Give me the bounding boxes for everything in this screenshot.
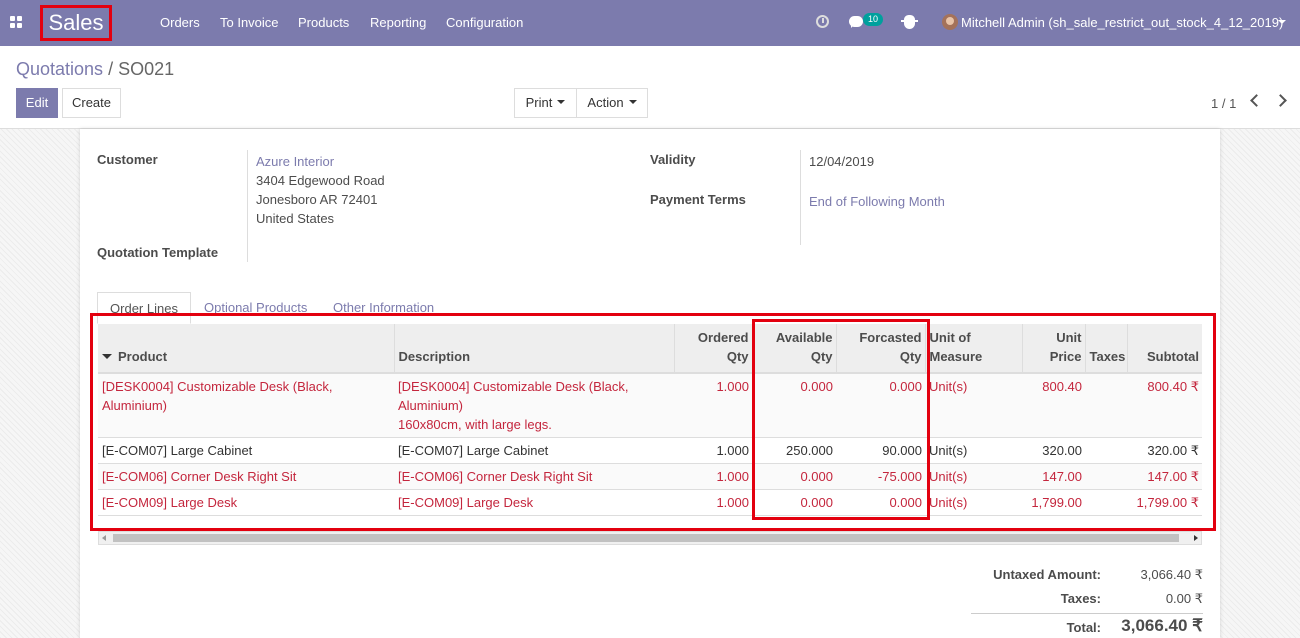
pager-next-icon[interactable] bbox=[1274, 94, 1287, 107]
user-menu[interactable]: Mitchell Admin (sh_sale_restrict_out_sto… bbox=[961, 15, 1283, 30]
payment-terms-label: Payment Terms bbox=[650, 192, 746, 207]
user-avatar[interactable] bbox=[942, 14, 958, 30]
payment-terms-link[interactable]: End of Following Month bbox=[809, 194, 945, 209]
breadcrumb-current: SO021 bbox=[118, 59, 175, 79]
untaxed-amount-label: Untaxed Amount: bbox=[993, 567, 1101, 582]
action-dropdown-button[interactable]: Action bbox=[576, 88, 648, 118]
create-button[interactable]: Create bbox=[62, 88, 121, 118]
user-menu-caret-icon[interactable] bbox=[1278, 20, 1286, 24]
taxes-label: Taxes: bbox=[1060, 591, 1101, 606]
control-panel: Quotations / SO021 Edit Create Print Act… bbox=[0, 46, 1300, 129]
breadcrumb-quotations-link[interactable]: Quotations bbox=[16, 59, 103, 79]
validity-value: 12/04/2019 bbox=[809, 154, 875, 169]
action-label: Action bbox=[587, 95, 624, 110]
debug-bug-icon[interactable] bbox=[901, 15, 918, 29]
top-navbar: Sales Orders To Invoice Products Reporti… bbox=[0, 0, 1300, 46]
customer-address-line: United States bbox=[256, 211, 335, 226]
highlight-box-qty-columns bbox=[752, 319, 930, 520]
print-dropdown-button[interactable]: Print bbox=[514, 88, 577, 118]
field-separator bbox=[247, 150, 248, 262]
edit-button[interactable]: Edit bbox=[16, 88, 58, 118]
validity-label: Validity bbox=[650, 152, 696, 167]
menu-products[interactable]: Products bbox=[298, 15, 349, 30]
horizontal-scrollbar[interactable] bbox=[98, 531, 1202, 545]
scroll-right-arrow-icon[interactable] bbox=[1194, 535, 1198, 541]
customer-address-line: Jonesboro AR 72401 bbox=[256, 192, 378, 207]
activity-clock-icon[interactable] bbox=[816, 15, 829, 28]
print-caret-icon bbox=[557, 99, 566, 104]
app-brand[interactable]: Sales bbox=[40, 5, 112, 41]
customer-name-link[interactable]: Azure Interior bbox=[256, 154, 334, 169]
menu-reporting[interactable]: Reporting bbox=[370, 15, 426, 30]
quotation-template-label: Quotation Template bbox=[97, 245, 219, 260]
print-label: Print bbox=[525, 95, 553, 110]
total-label: Total: bbox=[1066, 620, 1101, 635]
customer-address-line: 3404 Edgewood Road bbox=[256, 173, 385, 188]
apps-menu-icon[interactable] bbox=[10, 16, 22, 28]
menu-orders[interactable]: Orders bbox=[160, 15, 200, 30]
highlight-box-order-lines bbox=[90, 313, 1216, 531]
messages-count-badge: 10 bbox=[863, 13, 883, 26]
messages-chat-icon[interactable] bbox=[849, 16, 863, 28]
pager-previous-icon[interactable] bbox=[1250, 94, 1263, 107]
taxes-value: 0.00 ₹ bbox=[1165, 591, 1203, 606]
total-value: 3,066.40 ₹ bbox=[1121, 616, 1203, 635]
field-separator bbox=[800, 150, 801, 245]
menu-to-invoice[interactable]: To Invoice bbox=[220, 15, 279, 30]
pager-value[interactable]: 1 / 1 bbox=[1211, 96, 1236, 111]
scrollbar-thumb[interactable] bbox=[113, 534, 1179, 542]
untaxed-amount-value: 3,066.40 ₹ bbox=[1140, 567, 1204, 582]
breadcrumb-separator: / bbox=[103, 59, 119, 79]
customer-label: Customer bbox=[97, 152, 158, 167]
action-caret-icon bbox=[628, 99, 637, 104]
menu-configuration[interactable]: Configuration bbox=[446, 15, 523, 30]
totals-divider bbox=[971, 613, 1203, 614]
scroll-left-arrow-icon[interactable] bbox=[102, 535, 106, 541]
breadcrumb: Quotations / SO021 bbox=[16, 59, 174, 80]
